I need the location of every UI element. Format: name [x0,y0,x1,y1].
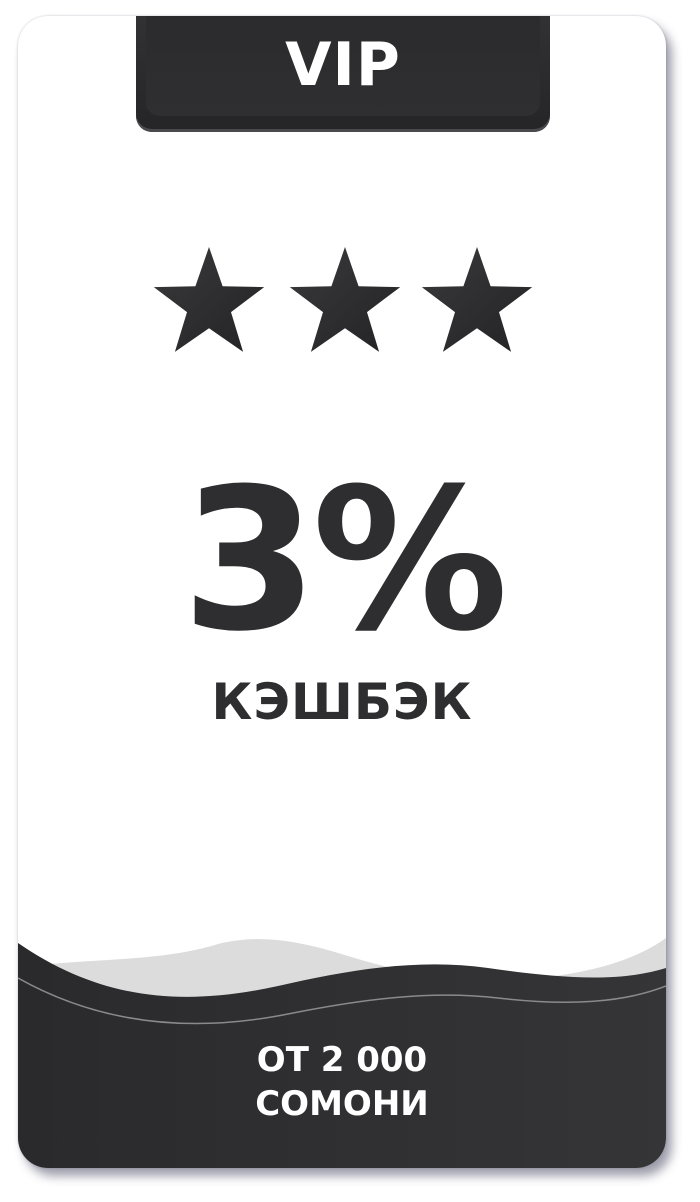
tier-tab: VIP [136,16,550,132]
star-icon [289,247,401,352]
star-icon [153,247,265,352]
minimum-amount-value: ОТ 2 000 [256,1040,428,1080]
star-rating-graphic [153,247,533,352]
cashback-label: КЭШБЭК [211,673,473,731]
star-icon [421,247,533,352]
minimum-amount: ОТ 2 000 СОМОНИ [18,1038,666,1126]
minimum-amount-currency: СОМОНИ [255,1084,429,1124]
vip-cashback-card: VIP 3% КЭШБЭК ОТ 2 000 СОМОНИ [18,16,666,1168]
cashback-percent: 3% [181,447,509,675]
card-footer: ОТ 2 000 СОМОНИ [18,938,666,1168]
star-rating [148,246,538,364]
tier-label: VIP [285,30,401,100]
